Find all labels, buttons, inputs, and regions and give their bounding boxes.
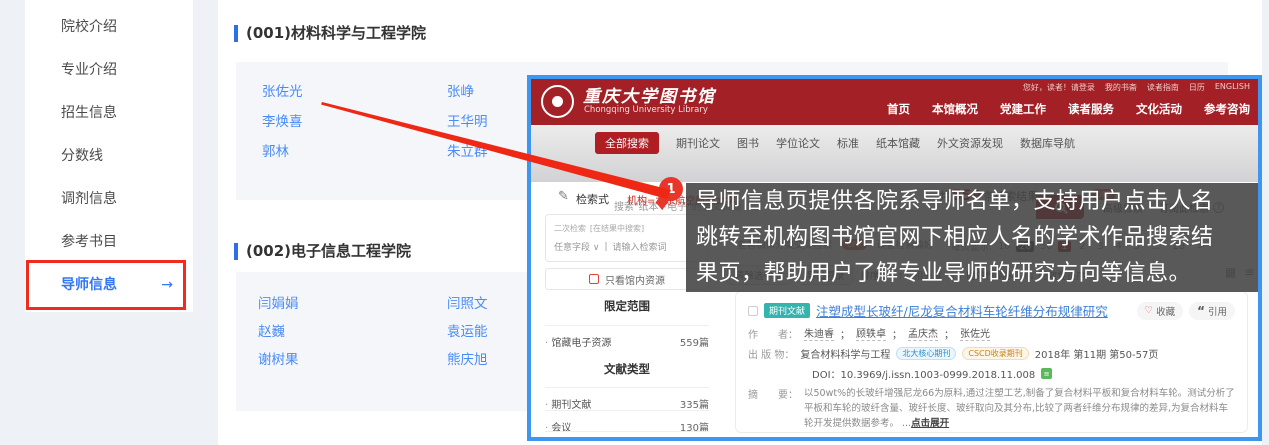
tab-books[interactable]: 图书 (737, 135, 759, 151)
result-item-card: 期刊文献 注塑成型长玻纤/尼龙复合材料车轮纤维分布规律研究 ♡ 收藏 “ 引用 … (735, 291, 1248, 433)
tutor-link[interactable]: 谢树果 (258, 348, 299, 368)
calendar-link[interactable]: 日历 (1189, 82, 1205, 93)
library-search-band: 全部搜索 期刊论文 图书 学位论文 标准 纸本馆藏 外文资源发现 数据库导航 高… (531, 125, 1258, 182)
tab-all-search[interactable]: 全部搜索 (595, 132, 659, 154)
filter-row[interactable]: 期刊文献 335篇 (545, 387, 709, 411)
nav-home[interactable]: 首页 (887, 101, 910, 117)
only-local-filter[interactable]: 只看馆内资源 (545, 268, 709, 290)
checkbox-icon[interactable] (589, 274, 599, 284)
section-title-bar (234, 25, 238, 42)
tutor-link[interactable]: 王华明 (447, 110, 488, 130)
cite-button[interactable]: “ 引用 (1189, 302, 1235, 320)
sidebar: 院校介绍 专业介绍 招生信息 分数线 调剂信息 参考书目 导师信息 → (25, 0, 193, 312)
library-logo-title: 重庆大学图书馆 (583, 82, 716, 107)
abstract-label: 摘 要： (748, 386, 798, 401)
author-link[interactable]: 朱迪睿 (804, 325, 834, 341)
tutor-link[interactable]: 赵巍 (258, 320, 299, 340)
tutor-link[interactable]: 闫娟娟 (258, 292, 299, 312)
fulltext-icon[interactable]: ≡ (1041, 368, 1052, 379)
tutor-link[interactable]: 张佐光 (262, 80, 303, 100)
login-link[interactable]: 您好，读者！请登录 (1023, 82, 1095, 93)
tutor-link[interactable]: 张峥 (447, 80, 488, 100)
callout-line: 导师信息页提供各院系导师名单，支持用户点击人名 (696, 184, 1249, 220)
scope-title: 限定范围 (545, 298, 709, 314)
pen-icon: ✎ (558, 189, 569, 204)
nav-reference[interactable]: 参考咨询 (1204, 101, 1250, 117)
library-top-links: 您好，读者！请登录 我的书斋 读者指南 日历 ENGLISH (1023, 82, 1250, 93)
heart-icon: ♡ (1145, 305, 1154, 316)
publication-label: 出 版 物： (748, 346, 794, 361)
secondary-search-input[interactable]: 请输入检索词 (613, 240, 667, 253)
english-link[interactable]: ENGLISH (1215, 82, 1250, 93)
filter-row[interactable]: 馆藏电子资源 559篇 (545, 325, 709, 349)
query-label: 检索式 (576, 191, 609, 207)
section-title-002: (002)电子信息工程学院 (246, 240, 411, 261)
library-seal-logo-icon (541, 85, 574, 118)
tab-thesis[interactable]: 学位论文 (776, 135, 820, 151)
nav-culture[interactable]: 文化活动 (1136, 101, 1182, 117)
sidebar-item-school-intro[interactable]: 院校介绍 (25, 6, 193, 49)
tutor-link[interactable]: 朱立群 (447, 140, 488, 160)
tab-journal[interactable]: 期刊论文 (676, 135, 720, 151)
callout-line: 跳转至机构图书馆官网下相应人名的学术作品搜索结 (696, 220, 1249, 256)
nav-reader-service[interactable]: 读者服务 (1068, 101, 1114, 117)
search-tabs: 全部搜索 期刊论文 图书 学位论文 标准 纸本馆藏 外文资源发现 数据库导航 (595, 132, 1075, 154)
tutor-link[interactable]: 袁运能 (447, 320, 488, 340)
abstract-text: 以50wt%的长玻纤增强尼龙66为原料,通过注塑工艺,制备了复合材料平板和复合材… (804, 388, 1235, 429)
doc-type-tag: 期刊文献 (764, 303, 810, 318)
core-journal-badge: 北大核心期刊 (896, 347, 956, 360)
publication-issue: 2018年 第11期 第50-57页 (1035, 346, 1159, 361)
expand-link[interactable]: 点击展开 (911, 418, 949, 429)
tutor-link[interactable]: 闫照文 (447, 292, 488, 312)
my-library-link[interactable]: 我的书斋 (1105, 82, 1137, 93)
tutor-link[interactable]: 李焕喜 (262, 110, 303, 130)
tab-standard[interactable]: 标准 (837, 135, 859, 151)
nav-overview[interactable]: 本馆概况 (932, 101, 978, 117)
sidebar-item-tutor-info[interactable]: 导师信息 → (25, 264, 193, 307)
section-title-001: (001)材料科学与工程学院 (246, 22, 426, 43)
doc-type-title: 文献类型 (545, 361, 709, 377)
library-logo-subtitle: Chongqing University Library (584, 105, 708, 115)
field-select[interactable]: 任意字段 ∨ (554, 240, 599, 253)
filter-row[interactable]: 专利 61篇 (545, 431, 709, 441)
library-header: 重庆大学图书馆 Chongqing University Library 您好，… (531, 79, 1258, 125)
tab-paper-collection[interactable]: 纸本馆藏 (876, 135, 920, 151)
tab-foreign-discovery[interactable]: 外文资源发现 (937, 135, 1003, 151)
collect-button[interactable]: ♡ 收藏 (1137, 302, 1184, 320)
annotation-callout: 导师信息页提供各院系导师名单，支持用户点击人名 跳转至机构图书馆官网下相应人名的… (686, 183, 1259, 292)
secondary-search-hint: [在结果中搜索] (590, 224, 644, 233)
annotation-pin-1: 1 (659, 177, 683, 201)
result-checkbox-icon[interactable] (748, 306, 758, 316)
secondary-search-title: 二次检索 (554, 224, 586, 233)
secondary-search-card: 二次检索 [在结果中搜索] 任意字段 ∨ | 请输入检索词 (545, 214, 709, 262)
library-nav: 首页 本馆概况 党建工作 读者服务 文化活动 参考咨询 (887, 101, 1250, 117)
publication-name[interactable]: 复合材料科学与工程 (800, 346, 890, 361)
quote-icon: “ (1197, 307, 1205, 315)
tutor-link[interactable]: 郭林 (262, 140, 303, 160)
author-link[interactable]: 孟庆杰 (908, 325, 938, 341)
section-title-bar (234, 243, 238, 260)
callout-line: 果页，帮助用户了解专业导师的研究方向等信息。 (696, 256, 1249, 292)
arrow-right-icon: → (161, 264, 173, 307)
caret-down-icon: ∨ (593, 243, 600, 253)
doi-text: DOI：10.3969/j.issn.1003-0999.2018.11.008 (812, 366, 1035, 381)
nav-party-work[interactable]: 党建工作 (1000, 101, 1046, 117)
sidebar-item-reference-books[interactable]: 参考书目 (25, 221, 193, 264)
tab-database-nav[interactable]: 数据库导航 (1020, 135, 1075, 151)
cscd-badge: CSCD收录期刊 (962, 347, 1028, 360)
author-label: 作 者： (748, 326, 798, 341)
sidebar-item-major-intro[interactable]: 专业介绍 (25, 49, 193, 92)
divider: | (604, 242, 607, 252)
author-link[interactable]: 张佐光 (960, 325, 990, 341)
reader-guide-link[interactable]: 读者指南 (1147, 82, 1179, 93)
library-screenshot-overlay: 重庆大学图书馆 Chongqing University Library 您好，… (527, 75, 1262, 441)
sidebar-item-admission-info[interactable]: 招生信息 (25, 92, 193, 135)
sidebar-item-score-line[interactable]: 分数线 (25, 135, 193, 178)
tutor-link[interactable]: 熊庆旭 (447, 348, 488, 368)
sidebar-item-transfer-info[interactable]: 调剂信息 (25, 178, 193, 221)
result-title-link[interactable]: 注塑成型长玻纤/尼龙复合材料车轮纤维分布规律研究 (816, 301, 1108, 320)
author-link[interactable]: 顾轶卓 (856, 325, 886, 341)
